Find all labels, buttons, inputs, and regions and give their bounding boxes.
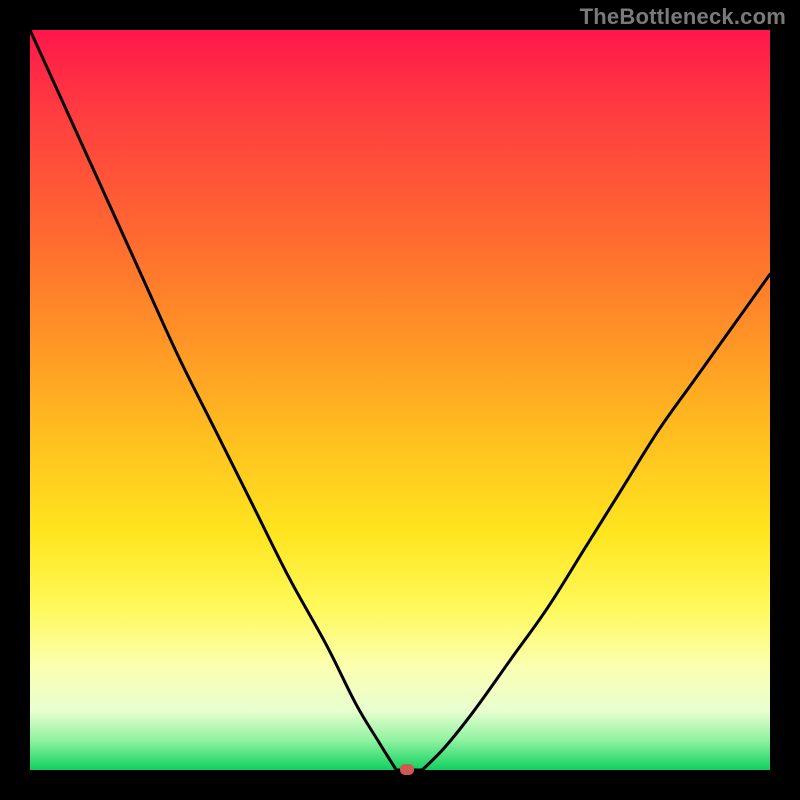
curve-svg bbox=[30, 30, 770, 770]
optimal-point-marker bbox=[400, 764, 414, 775]
plot-area bbox=[30, 30, 770, 770]
watermark-text: TheBottleneck.com bbox=[580, 4, 786, 30]
bottleneck-curve-path bbox=[30, 30, 770, 770]
chart-frame: TheBottleneck.com bbox=[0, 0, 800, 800]
